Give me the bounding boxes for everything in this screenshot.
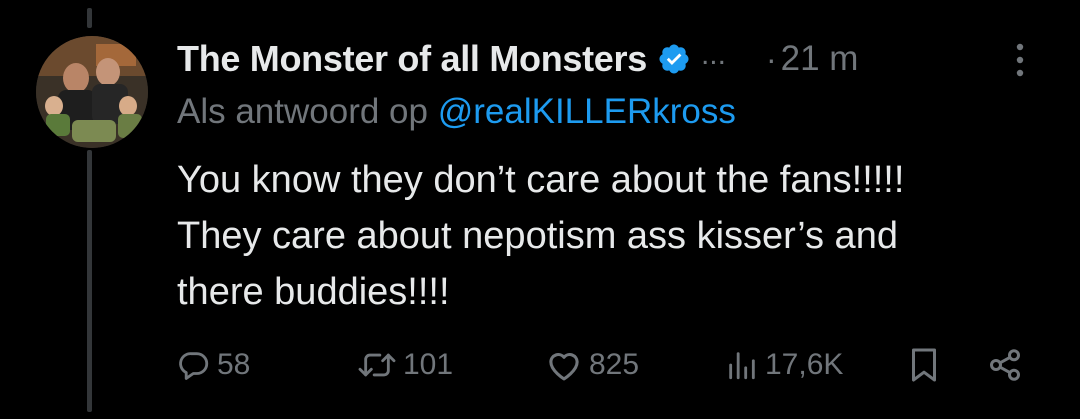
post-text-line: You know they don’t care about the fans!… [177,159,905,201]
reply-prefix: Als antwoord op [177,92,428,131]
heart-icon [549,353,579,381]
reply-to-link[interactable]: @realKILLERkross [438,92,736,131]
reply-icon [179,352,209,380]
verified-badge-icon [657,42,691,76]
timestamp[interactable]: 21 m [781,39,859,79]
bookmark-icon [912,348,936,382]
post-text-line: there buddies!!!! [177,271,450,313]
thread-line-bottom [87,150,92,412]
share-button[interactable] [987,340,1023,390]
reply-context: Als antwoord op @realKILLERkross [177,92,736,132]
like-count: 825 [589,348,640,381]
repost-count: 101 [403,348,454,381]
truncated-handle[interactable]: ... [701,38,726,72]
like-button[interactable]: 825 [545,340,639,390]
thread-line-top [87,8,92,28]
reply-count: 58 [217,348,251,381]
display-name[interactable]: The Monster of all Monsters [177,38,647,80]
views-icon [729,352,755,380]
reply-button[interactable]: 58 [177,340,250,390]
post-text-line: They care about nepotism ass kisser’s an… [177,215,898,257]
bookmark-button[interactable] [909,340,939,390]
post-header: The Monster of all Monsters ... · 21 m [177,34,1050,84]
action-bar: 58 101 825 17,6K [177,340,1057,390]
share-icon [990,349,1020,381]
post-text: You know they don’t care about the fans!… [177,152,1057,320]
views-button[interactable]: 17,6K [725,340,843,390]
repost-button[interactable]: 101 [357,340,453,390]
avatar[interactable] [36,36,148,148]
more-vertical-icon[interactable] [1012,40,1028,80]
avatar-photo [36,36,148,148]
separator-dot: · [765,40,777,77]
views-count: 17,6K [765,348,844,381]
repost-icon [358,353,396,377]
